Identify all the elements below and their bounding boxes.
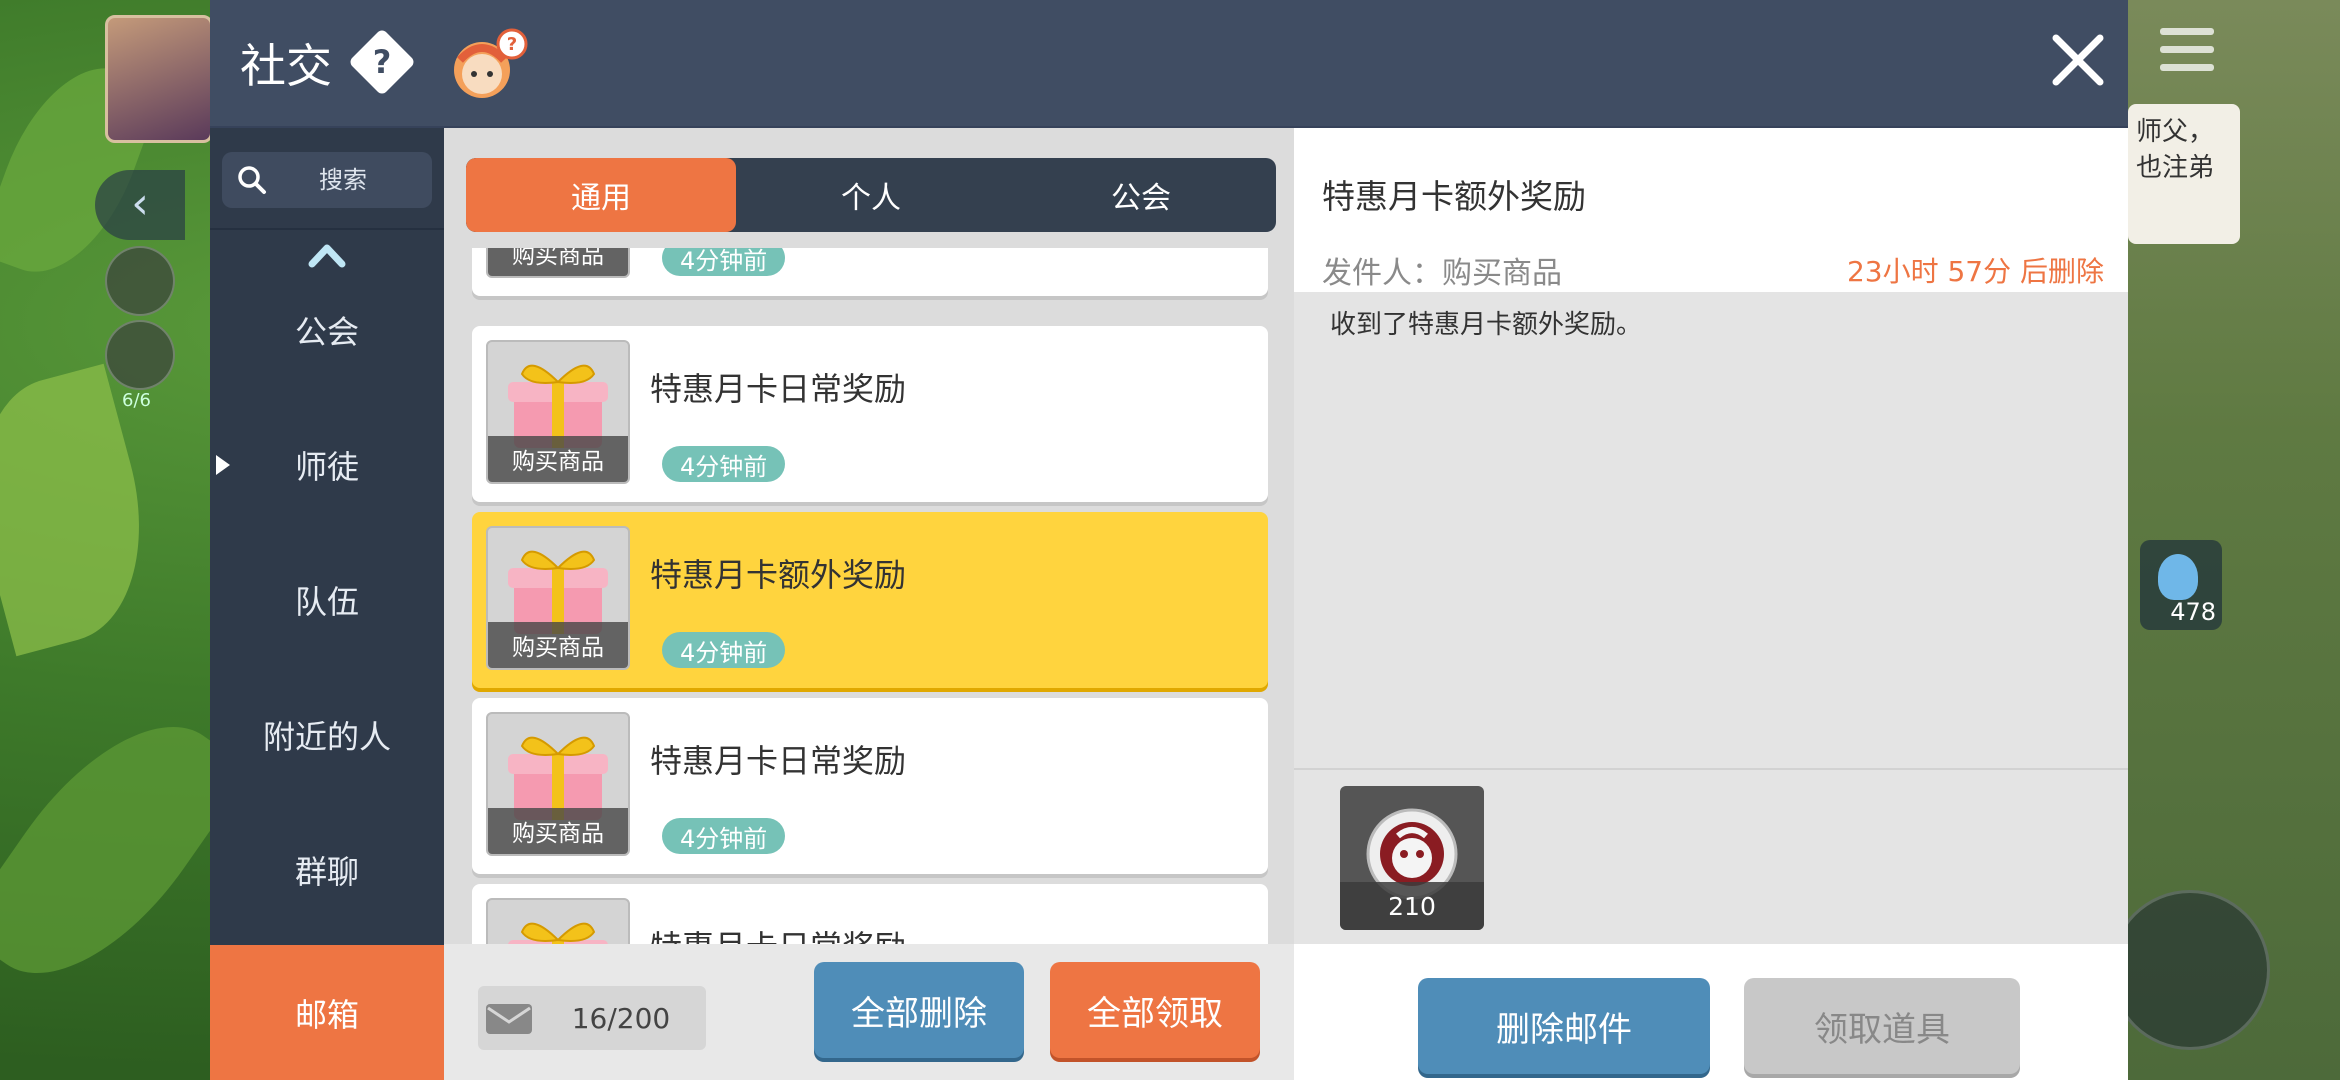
sidebar: 公会 师徒 队伍 附近的人 群聊 邮箱 xyxy=(210,128,444,1080)
detail-title: 特惠月卡额外奖励 xyxy=(1322,177,1586,216)
sidebar-item-label: 附近的人 xyxy=(262,717,391,756)
menu-icon[interactable] xyxy=(2160,28,2214,82)
tab-guild[interactable]: 公会 xyxy=(1006,158,1276,232)
mail-source-label: 购买商品 xyxy=(488,622,628,668)
sidebar-item-team[interactable]: 队伍 xyxy=(210,532,444,667)
envelope-icon xyxy=(486,1004,532,1034)
attachment-quantity: 210 xyxy=(1340,882,1484,930)
party-count: 6/6 xyxy=(122,390,151,411)
mail-time-badge: 4分钟前 xyxy=(662,248,786,276)
delete-mail-button[interactable]: 删除邮件 xyxy=(1418,978,1710,1074)
mail-thumbnail: 购买商品 xyxy=(486,526,630,670)
potion-slot[interactable]: 478 xyxy=(2140,540,2222,630)
mail-count: 16/200 xyxy=(571,1001,671,1035)
mail-thumbnail: 购买商品 xyxy=(486,340,630,484)
mascot-help-icon[interactable]: ? xyxy=(450,28,530,104)
mail-thumbnail: 购买商品 xyxy=(486,248,630,278)
search-box[interactable] xyxy=(222,152,432,208)
mail-title: 特惠月卡日常奖励 xyxy=(650,922,906,944)
mail-item[interactable]: 购买商品 特惠月卡日常奖励 4分钟前 xyxy=(472,698,1268,874)
mail-title: 特惠月卡日常奖励 xyxy=(650,370,907,408)
sidebar-item-label: 师徒 xyxy=(294,447,359,486)
hud-handshake-button[interactable] xyxy=(105,320,175,390)
attachment-area: 210 xyxy=(1294,768,2128,944)
hud-skill-button[interactable] xyxy=(105,246,175,316)
player-avatar[interactable] xyxy=(105,15,213,143)
mail-count-box: 16/200 xyxy=(478,986,706,1050)
mail-title: 特惠月卡日常奖励 xyxy=(650,742,907,780)
potion-icon xyxy=(2158,554,2198,600)
social-panel: 社交 ? ? 公会 师徒 队伍 附近的人 xyxy=(210,0,2128,1080)
mail-body: 收到了特惠月卡额外奖励。 xyxy=(1294,292,2128,768)
claim-all-button[interactable]: 全部领取 xyxy=(1050,962,1260,1058)
mail-tabs: 通用 个人 公会 xyxy=(466,158,1276,232)
mail-time-badge: 4分钟前 xyxy=(662,818,786,854)
page-title: 社交 xyxy=(240,39,332,93)
gift-box-icon xyxy=(508,922,608,944)
sidebar-item-mentor[interactable]: 师徒 xyxy=(210,397,444,532)
delete-all-button[interactable]: 全部删除 xyxy=(814,962,1024,1058)
tab-general[interactable]: 通用 xyxy=(466,158,736,232)
sidebar-item-nearby[interactable]: 附近的人 xyxy=(210,667,444,802)
mail-expire-countdown: 23小时 57分 后删除 xyxy=(1846,255,2104,288)
sidebar-item-label: 邮箱 xyxy=(294,995,359,1034)
sidebar-item-label: 队伍 xyxy=(294,582,359,621)
mail-thumbnail: 购买商品 xyxy=(486,712,630,856)
action-joystick[interactable] xyxy=(2110,890,2270,1050)
search-input[interactable] xyxy=(268,166,418,194)
mail-time-badge: 4分钟前 xyxy=(662,632,786,668)
sidebar-item-label: 群聊 xyxy=(294,852,359,891)
chat-bubble: 师父，也注弟 xyxy=(2128,104,2240,244)
mail-item[interactable]: 特惠月卡日常奖励 xyxy=(472,884,1268,944)
expand-arrow-icon xyxy=(216,454,230,475)
mail-detail: 特惠月卡额外奖励 发件人：购买商品 23小时 57分 后删除 收到了特惠月卡额外… xyxy=(1294,128,2128,1080)
help-icon[interactable]: ? xyxy=(348,28,416,96)
sidebar-item-guild[interactable]: 公会 xyxy=(210,262,444,397)
mail-sender: 发件人：购买商品 xyxy=(1322,256,1562,291)
attachment-item[interactable]: 210 xyxy=(1340,786,1484,930)
tab-personal[interactable]: 个人 xyxy=(736,158,1006,232)
mail-item-selected[interactable]: 购买商品 特惠月卡额外奖励 4分钟前 xyxy=(472,512,1268,688)
hud-back-button[interactable]: ‹ xyxy=(95,170,185,240)
mail-source-label: 购买商品 xyxy=(488,808,628,854)
sidebar-item-mailbox[interactable]: 邮箱 xyxy=(210,945,444,1080)
sidebar-item-group-chat[interactable]: 群聊 xyxy=(210,802,444,937)
claim-items-button[interactable]: 领取道具 xyxy=(1744,978,2020,1074)
detail-footer: 删除邮件 领取道具 xyxy=(1294,944,2128,1080)
sidebar-item-label: 公会 xyxy=(294,312,359,351)
mail-list-column: 通用 个人 公会 购买商品 4分钟前 购买商品 特惠月卡日常奖励 4分钟前 购买… xyxy=(444,128,1294,1080)
mail-source-label: 购买商品 xyxy=(488,436,628,482)
mail-source-label: 购买商品 xyxy=(488,248,628,276)
mail-body-text: 收到了特惠月卡额外奖励。 xyxy=(1330,310,1643,340)
close-icon[interactable] xyxy=(2048,30,2108,90)
mail-title: 特惠月卡额外奖励 xyxy=(650,556,907,594)
mail-time-badge: 4分钟前 xyxy=(662,446,786,482)
search-icon xyxy=(238,166,266,194)
potion-count: 478 xyxy=(2170,598,2216,626)
svg-text:?: ? xyxy=(507,34,517,55)
panel-header: 社交 ? ? xyxy=(210,0,2128,128)
mail-item[interactable]: 购买商品 特惠月卡日常奖励 4分钟前 xyxy=(472,326,1268,502)
mail-list[interactable]: 购买商品 4分钟前 购买商品 特惠月卡日常奖励 4分钟前 购买商品 特惠月卡额外… xyxy=(472,248,1268,944)
mail-thumbnail xyxy=(486,898,630,944)
help-symbol: ? xyxy=(372,43,392,81)
mail-item[interactable]: 购买商品 4分钟前 xyxy=(472,248,1268,296)
sidebar-divider xyxy=(210,228,444,230)
